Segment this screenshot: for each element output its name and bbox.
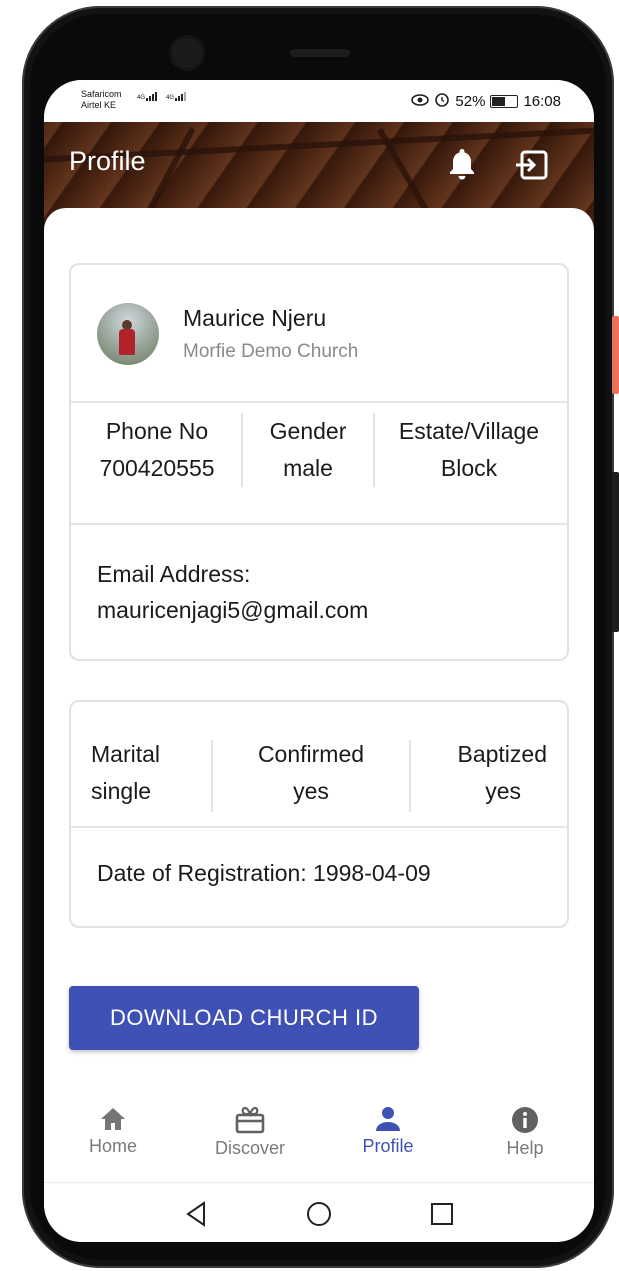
phone-label: Phone No <box>105 418 209 444</box>
back-icon[interactable] <box>184 1201 208 1227</box>
nav-help-label: Help <box>506 1138 544 1158</box>
alarm-icon <box>434 91 450 111</box>
power-button <box>612 472 619 632</box>
phone-value: 700420555 <box>99 455 215 481</box>
baptized-value: yes <box>485 778 521 804</box>
membership-card: Marital single Confirmed yes Baptized ye… <box>69 700 569 928</box>
recents-square-icon[interactable] <box>430 1202 454 1226</box>
nav-profile-label: Profile <box>362 1136 414 1156</box>
member-name: Maurice Njeru <box>183 305 327 331</box>
estate-value: Block <box>440 455 498 481</box>
avatar <box>97 303 159 365</box>
front-camera <box>172 38 202 68</box>
gender-info: Gender male <box>243 413 373 487</box>
network-type-1: 4G <box>137 95 146 101</box>
info-icon <box>512 1107 538 1133</box>
email-label: Email Address: <box>97 561 251 587</box>
nav-discover[interactable]: Discover <box>195 1106 305 1172</box>
battery-percent: 52% <box>455 92 486 110</box>
carrier-names: Safaricom Airtel KE <box>81 89 122 111</box>
nav-home-label: Home <box>88 1136 137 1156</box>
divider <box>71 826 567 828</box>
status-right: 52% 16:08 <box>411 91 561 111</box>
bell-icon[interactable] <box>446 146 478 182</box>
battery-icon <box>490 94 519 108</box>
estate-label: Estate/Village <box>398 418 540 444</box>
clock: 16:08 <box>523 92 561 110</box>
divider <box>71 523 567 525</box>
content-area: Maurice Njeru Morfie Demo Church Phone N… <box>44 208 594 1108</box>
phone-info: Phone No 700420555 <box>77 413 237 487</box>
nav-home[interactable]: Home <box>58 1106 168 1172</box>
home-circle-icon[interactable] <box>306 1201 332 1227</box>
download-church-id-button[interactable]: DOWNLOAD CHURCH ID <box>69 986 419 1050</box>
email-value: mauricenjagi5@gmail.com <box>97 597 369 623</box>
volume-button <box>612 316 619 394</box>
network-type-2: 4G <box>166 95 175 101</box>
divider <box>71 401 567 403</box>
confirmed-value: yes <box>293 778 329 804</box>
marital-label: Marital <box>91 741 161 767</box>
signal-icon-2: 4G <box>166 92 187 101</box>
earpiece-speaker <box>290 49 350 57</box>
status-bar: Safaricom Airtel KE 4G 4G 52% 16:08 <box>44 80 594 122</box>
gender-value: male <box>283 455 333 481</box>
baptized-label: Baptized <box>457 741 547 767</box>
nav-help[interactable]: Help <box>470 1106 580 1172</box>
estate-info: Estate/Village Block <box>375 413 563 487</box>
gender-label: Gender <box>269 418 347 444</box>
confirmed-label: Confirmed <box>257 741 365 767</box>
confirmed-info: Confirmed yes <box>213 736 409 810</box>
eye-icon <box>411 93 430 110</box>
exit-icon[interactable] <box>514 148 550 182</box>
carrier-2: Airtel KE <box>81 100 117 110</box>
person-icon <box>376 1107 400 1131</box>
signal-icon: 4G <box>137 92 158 101</box>
nav-discover-label: Discover <box>214 1138 285 1158</box>
system-navigation-bar <box>44 1182 594 1242</box>
page-title: Profile <box>69 146 146 176</box>
registration-date: Date of Registration: 1998-04-09 <box>97 860 431 886</box>
nav-profile[interactable]: Profile <box>333 1106 443 1172</box>
marital-value: single <box>91 778 152 804</box>
profile-card: Maurice Njeru Morfie Demo Church Phone N… <box>69 263 569 661</box>
carrier-1: Safaricom <box>81 89 122 99</box>
home-icon <box>101 1108 125 1130</box>
bottom-nav: Home Discover Profile Help <box>44 1096 594 1182</box>
church-name: Morfie Demo Church <box>183 341 359 362</box>
gift-icon <box>235 1106 265 1134</box>
baptized-info: Baptized yes <box>411 736 547 810</box>
marital-info: Marital single <box>79 736 201 810</box>
phone-screen: Safaricom Airtel KE 4G 4G 52% 16:08 Prof… <box>44 80 594 1242</box>
avatar-body <box>119 329 135 355</box>
